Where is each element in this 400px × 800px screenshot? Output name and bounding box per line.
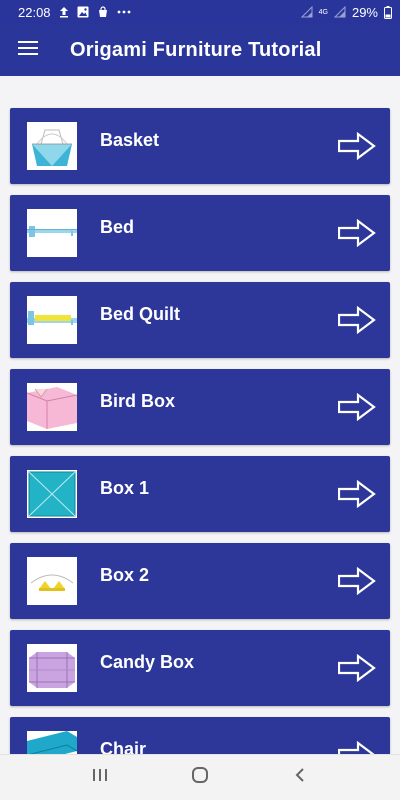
recent-apps-icon [92,768,108,787]
arrow-right-icon [337,479,376,509]
battery-icon [384,5,392,19]
home-button[interactable] [180,758,220,798]
screen: 22:08 4G 29% Origami Furniture Tutorial … [0,0,400,800]
candy-box-thumbnail [27,644,77,692]
list-item-label: Box 2 [100,565,150,585]
list-item-label: Candy Box [100,652,195,672]
arrow-right-icon [337,218,376,248]
home-icon [191,766,209,789]
more-dots-icon [117,10,131,14]
tutorial-list: Basket Bed Bed Quilt Bird Box Box 1 Box … [10,108,390,800]
list-item-candy-box[interactable]: Candy Box [10,630,390,706]
recent-apps-button[interactable] [80,758,120,798]
upload-icon [59,6,69,18]
image-icon [77,6,89,18]
arrow-right-icon [337,392,376,422]
bed-thumbnail [27,209,77,257]
basket-thumbnail [27,122,77,170]
hamburger-menu-button[interactable] [0,24,56,76]
list-item-box-2[interactable]: Box 2 [10,543,390,619]
bed-quilt-thumbnail [27,296,77,344]
list-item-bed-quilt[interactable]: Bed Quilt [10,282,390,358]
list-item-label: Box 1 [100,478,150,498]
list-item-basket[interactable]: Basket [10,108,390,184]
bag-icon [97,6,109,18]
list-item-box-1[interactable]: Box 1 [10,456,390,532]
back-icon [294,767,306,788]
box-2-thumbnail [27,557,77,605]
list-item-label: Bed [100,217,135,237]
list-item-label: Bird Box [100,391,176,411]
app-bar: Origami Furniture Tutorial [0,24,400,76]
bird-box-thumbnail [27,383,77,431]
back-button[interactable] [280,758,320,798]
signal-icon [300,6,313,18]
hamburger-menu-icon [18,40,38,61]
arrow-right-icon [337,131,376,161]
list-item-bed[interactable]: Bed [10,195,390,271]
list-item-label: Basket [100,130,160,150]
app-title: Origami Furniture Tutorial [70,38,322,61]
status-time: 22:08 [18,4,51,20]
system-nav-bar [0,754,400,800]
signal-icon [333,6,346,18]
box-1-thumbnail [27,470,77,518]
network-4g-icon: 4G [319,9,328,16]
network-label: 4G [318,8,328,16]
arrow-right-icon [337,653,376,683]
battery-percent: 29% [351,4,378,20]
list-item-bird-box[interactable]: Bird Box [10,369,390,445]
status-bar: 22:08 4G 29% [0,0,400,24]
arrow-right-icon [337,305,376,335]
list-item-label: Bed Quilt [100,304,180,324]
arrow-right-icon [337,566,376,596]
